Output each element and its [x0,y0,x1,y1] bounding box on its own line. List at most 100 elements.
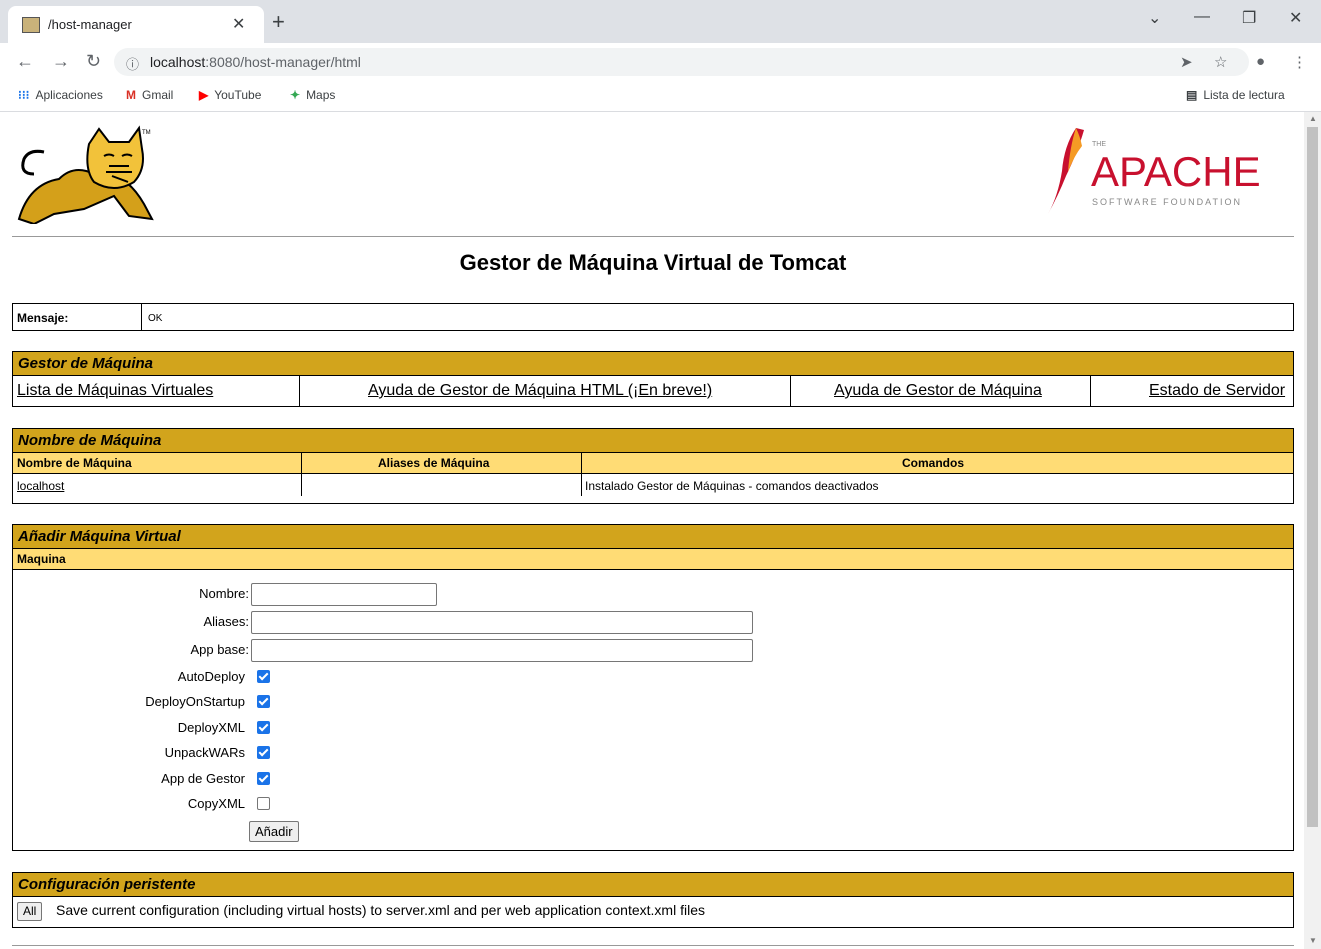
tab-close-icon[interactable]: ✕ [232,14,245,34]
scroll-up-icon[interactable]: ▲ [1309,114,1317,123]
cell-divider [1090,376,1091,406]
menu-icon[interactable]: ⋮ [1292,53,1307,71]
option-label: App de Gestor [161,771,245,786]
apache-subtitle: SOFTWARE FOUNDATION [1092,197,1242,207]
gmail-icon: M [126,88,136,102]
host-manager-section: Gestor de Máquina Lista de Máquinas Virt… [12,351,1294,407]
link-manager-help[interactable]: Ayuda de Gestor de Máquina [834,382,1042,400]
sub-header: Maquina [13,549,1293,570]
deployonstartup-checkbox[interactable] [257,695,270,708]
restore-icon[interactable]: ❐ [1242,8,1256,28]
aliases-label: Aliases: [203,614,249,629]
deployxml-checkbox[interactable] [257,721,270,734]
cell-divider [301,474,302,496]
cell-divider [301,453,302,473]
site-info-icon[interactable]: ⓘ [126,54,139,73]
column-header: Nombre de Máquina [17,456,132,470]
persist-all-button[interactable]: All [17,902,43,921]
section-header-label: Nombre de Máquina [18,432,162,449]
copyxml-checkbox[interactable] [257,797,270,810]
manager-app-checkbox[interactable] [257,772,270,785]
vertical-scrollbar[interactable]: ▲ ▼ [1304,112,1321,949]
send-icon[interactable]: ➤ [1180,53,1193,71]
option-label: DeployXML [177,720,245,735]
reload-icon[interactable]: ↻ [86,51,101,72]
name-input[interactable] [251,583,437,606]
scroll-down-icon[interactable]: ▼ [1309,936,1317,945]
nav-links-row: Lista de Máquinas Virtuales Ayuda de Ges… [13,376,1293,406]
page-title: Gestor de Máquina Virtual de Tomcat [459,250,847,275]
column-header: Aliases de Máquina [378,456,490,470]
scrollbar-thumb[interactable] [1307,127,1318,827]
maps-icon: ✦ [290,88,301,102]
divider [12,945,1294,946]
address-bar[interactable]: ⓘ localhost:8080/host-manager/html [114,48,1249,76]
tomcat-favicon-icon [22,17,40,33]
window-close-icon[interactable]: ✕ [1289,8,1302,28]
reading-list-icon: ▤ [1186,88,1198,102]
tab-title: /host-manager [48,17,132,32]
link-server-status[interactable]: Estado de Servidor [1149,382,1285,400]
browser-toolbar: ← → ↻ ⓘ localhost:8080/host-manager/html… [0,43,1321,81]
name-label: Nombre: [199,586,249,601]
option-label: DeployOnStartup [145,694,245,709]
section-header-label: Gestor de Máquina [18,355,154,372]
new-tab-icon[interactable]: + [272,9,285,35]
tab-search-icon[interactable]: ⌄ [1148,8,1161,28]
minimize-icon[interactable]: — [1194,8,1210,26]
autodeploy-checkbox[interactable] [257,670,270,683]
link-list-virtual-hosts[interactable]: Lista de Máquinas Virtuales [17,382,213,400]
message-value: OK [148,313,163,324]
unpackwars-checkbox[interactable] [257,746,270,759]
back-icon[interactable]: ← [16,51,34,72]
tm-mark: TM [142,130,151,136]
cell-divider [581,453,582,473]
reading-list[interactable]: ▤ Lista de lectura [1186,88,1285,102]
divider [12,236,1294,237]
bookmark-gmail[interactable]: M Gmail [126,88,173,102]
tomcat-logo: TM [17,125,154,224]
page-content: TM THE APACHE SOFTWARE FOUNDATION Gestor… [0,112,1304,949]
sub-header-label: Maquina [17,552,66,566]
add-host-section: Añadir Máquina Virtual Maquina Nombre: A… [12,524,1294,851]
youtube-icon: ▶ [199,88,209,102]
apache-the: THE [1092,141,1106,148]
table-header-row: Nombre de Máquina Aliases de Máquina Com… [13,453,1293,474]
persist-description: Save current configuration (including vi… [56,902,705,918]
section-header-label: Añadir Máquina Virtual [18,528,181,545]
add-button[interactable]: Añadir [249,821,299,842]
apps-grid-icon: ⁝⁝⁝ [18,88,30,102]
apache-logo: THE APACHE SOFTWARE FOUNDATION [1048,128,1261,214]
cell-divider [299,376,300,406]
tab-strip: /host-manager ✕ + ⌄ — ❐ ✕ [0,0,1321,43]
apache-name: APACHE [1091,148,1261,195]
message-box: Mensaje: OK [12,303,1294,331]
section-header: Nombre de Máquina [13,429,1293,453]
section-header-label: Configuración peristente [18,876,196,893]
forward-icon[interactable]: → [52,51,70,72]
column-header: Comandos [902,456,965,470]
bookmark-apps[interactable]: ⁝⁝⁝ Aplicaciones [18,88,103,102]
host-list-section: Nombre de Máquina Nombre de Máquina Alia… [12,428,1294,504]
section-header: Configuración peristente [13,873,1293,897]
link-html-help[interactable]: Ayuda de Gestor de Máquina HTML (¡En bre… [368,382,712,400]
bookmarks-bar: ⁝⁝⁝ Aplicaciones M Gmail ▶ YouTube ✦ Maps ▤ L… [0,81,1321,112]
section-header: Gestor de Máquina [13,352,1293,376]
bookmark-youtube[interactable]: ▶ YouTube [199,88,261,102]
appbase-input[interactable] [251,639,753,662]
option-label: CopyXML [187,796,245,811]
table-row: localhost Instalado Gestor de Máquinas -… [13,474,1293,496]
url-text: localhost:8080/host-manager/html [150,54,361,70]
option-label: UnpackWARs [164,745,245,760]
cell-divider [141,304,142,330]
cell-divider [790,376,791,406]
bookmark-star-icon[interactable]: ☆ [1214,53,1227,71]
aliases-input[interactable] [251,611,753,634]
browser-tab[interactable]: /host-manager ✕ [8,6,264,43]
host-commands: Instalado Gestor de Máquinas - comandos … [585,479,879,493]
cell-divider [581,474,582,496]
bookmark-maps[interactable]: ✦ Maps [290,88,335,102]
profile-icon[interactable]: ● [1256,53,1265,70]
option-label: AutoDeploy [177,669,245,684]
host-link[interactable]: localhost [17,479,64,493]
